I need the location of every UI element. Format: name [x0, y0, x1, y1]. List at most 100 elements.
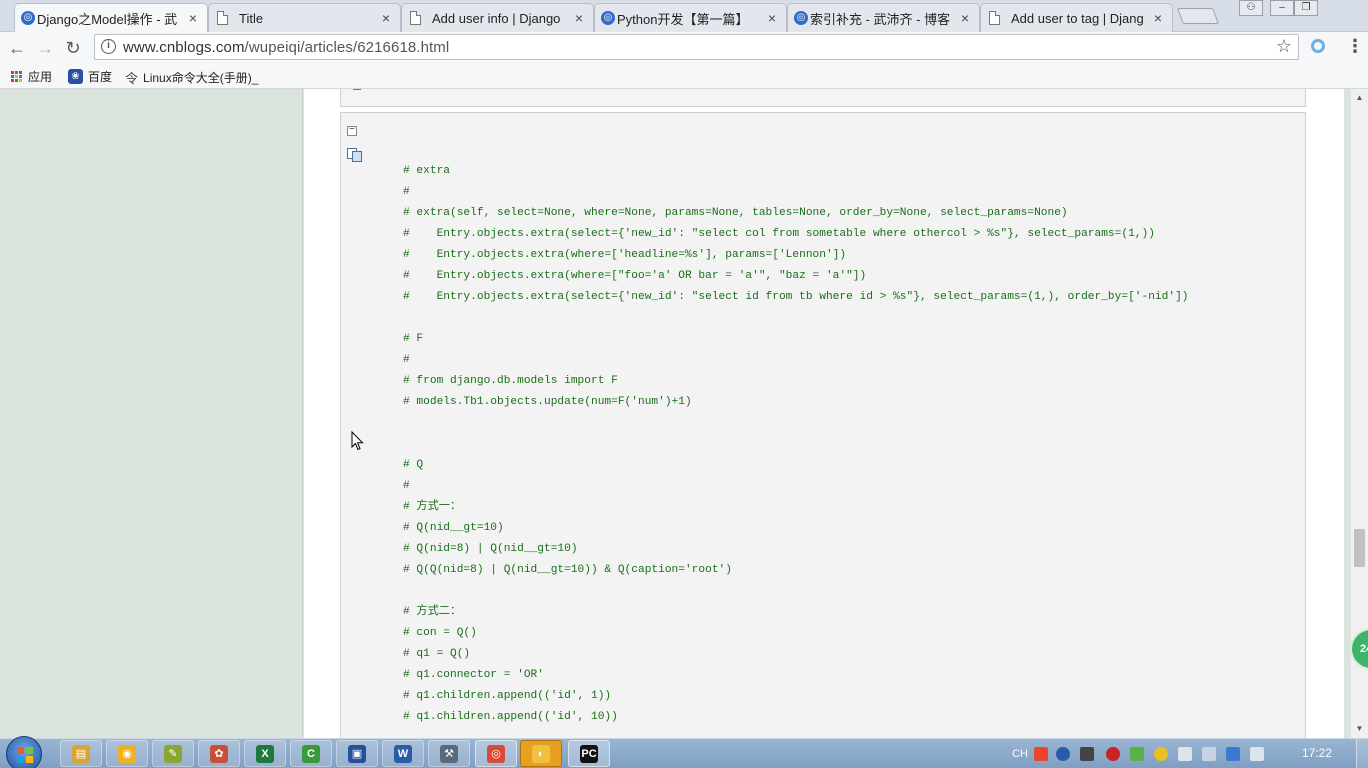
clock[interactable]: 17:22 — [1302, 746, 1332, 760]
taskbar-audio-button[interactable]: ◐ — [520, 740, 562, 767]
url-host: www.cnblogs.com — [123, 39, 245, 56]
address-bar[interactable]: i www.cnblogs.com/wupeiqi/articles/62166… — [94, 34, 1299, 60]
sogou-input-icon[interactable] — [1034, 747, 1048, 761]
taskbar-notepad-button[interactable]: ✎ — [152, 740, 194, 767]
restore-button[interactable]: ❐ — [1294, 0, 1318, 16]
bookmark-label: Linux命令大全(手册)_ — [143, 71, 259, 85]
help-icon[interactable] — [1056, 747, 1070, 761]
user-icon[interactable]: ⚇ — [1239, 0, 1263, 16]
taskbar-excel-button[interactable]: X — [244, 740, 286, 767]
audio-icon: ◐ — [532, 744, 550, 763]
scroll-down-icon[interactable]: ▼ — [1351, 722, 1368, 736]
code-line: # Entry.objects.extra(where=['headline=%… — [403, 249, 847, 261]
cnblogs-icon: ◎ — [601, 11, 615, 25]
tab-index-supplement[interactable]: ◎ 索引补充 - 武沛齐 - 博客 × — [787, 3, 980, 32]
taskbar-chrome-button[interactable]: ◎ — [475, 740, 517, 767]
tab-title-page[interactable]: Title × — [208, 3, 401, 32]
network-icon[interactable] — [1226, 747, 1240, 761]
code-line: # — [403, 354, 410, 366]
close-icon[interactable]: × — [959, 10, 971, 26]
taskbar-save-disk-button[interactable]: ▣ — [336, 740, 378, 767]
code-line: # q1.connector = 'OR' — [403, 669, 544, 681]
page-icon — [217, 11, 228, 25]
windows-taskbar: ▤ ◉ ✎ ✿ X C ▣ W ⚒ ◎ ◐ PC CH 17:22 — [0, 736, 1368, 768]
code-line: # Q — [403, 459, 424, 471]
code-line: # 方式一： — [403, 501, 462, 513]
notepad-icon: ✎ — [164, 744, 182, 763]
bookmark-baidu[interactable]: ❀ 百度 — [68, 68, 112, 85]
volume-icon[interactable] — [1250, 747, 1264, 761]
tab-title: Python开发【第一篇】 — [617, 11, 749, 27]
browser-menu-icon[interactable]: ⋮ — [1346, 36, 1364, 56]
start-button[interactable] — [6, 736, 42, 768]
paint-icon: ✿ — [210, 744, 228, 763]
page-icon — [989, 11, 1000, 25]
code-line: # models.Tb1.objects.update(num=F('num')… — [403, 396, 692, 408]
site-info-icon[interactable]: i — [101, 39, 116, 54]
forward-button[interactable]: → — [34, 37, 56, 59]
code-line: # — [403, 186, 410, 198]
network-settings-icon[interactable] — [1080, 747, 1094, 761]
bookmark-linux[interactable]: 令 Linux命令大全(手册)_ — [125, 68, 258, 87]
code-line: # q1 = Q() — [403, 648, 471, 660]
code-line: # extra(self, select=None, where=None, p… — [403, 207, 1068, 219]
display-icon[interactable] — [1178, 747, 1192, 761]
taskbar-file-explorer-button[interactable]: ▤ — [60, 740, 102, 767]
minimize-button[interactable]: – — [1270, 0, 1294, 16]
tab-django-model[interactable]: ◎ Django之Model操作 - 武 × — [14, 3, 208, 32]
code-line: # Q(Q(nid=8) | Q(nid__gt=10)) & Q(captio… — [403, 564, 732, 576]
scroll-up-icon[interactable]: ▲ — [1351, 91, 1368, 105]
bookmark-star-icon[interactable]: ☆ — [1276, 36, 1292, 57]
taskbar-qq-browser-button[interactable]: ◉ — [106, 740, 148, 767]
v-app-icon[interactable] — [1130, 747, 1144, 761]
file-explorer-icon: ▤ — [72, 744, 90, 763]
collapse-icon[interactable]: − — [347, 126, 357, 136]
copy-icon[interactable] — [353, 89, 361, 90]
scroll-thumb[interactable] — [1354, 529, 1365, 567]
code-line: # q1.children.append(('id', 10)) — [403, 711, 618, 723]
linux-icon: 令 — [125, 71, 139, 86]
code-line: # q1.children.append(('id', 1)) — [403, 690, 612, 702]
taskbar-paint-button[interactable]: ✿ — [198, 740, 240, 767]
left-sidebar — [0, 89, 303, 738]
code-line: # Q(nid__gt=10) — [403, 522, 504, 534]
close-icon[interactable]: × — [573, 10, 585, 26]
taskbar-word-button[interactable]: W — [382, 740, 424, 767]
back-button[interactable]: ← — [6, 37, 28, 59]
url-path: /wupeiqi/articles/6216618.html — [244, 39, 450, 56]
show-desktop-button[interactable] — [1356, 739, 1368, 768]
baidu-paw-icon: ❀ — [68, 69, 83, 84]
windows-logo-icon — [17, 747, 33, 763]
page-icon — [410, 11, 421, 25]
tab-add-user-info[interactable]: Add user info | Django × — [401, 3, 594, 32]
code-line: # Entry.objects.extra(where=["foo='a' OR… — [403, 270, 867, 282]
cnblogs-icon: ◎ — [21, 11, 35, 25]
tab-python-dev[interactable]: ◎ Python开发【第一篇】 × — [594, 3, 787, 32]
copy-code-icon[interactable] — [347, 148, 363, 162]
plus-app-icon[interactable] — [1154, 747, 1168, 761]
taskbar-pycharm-button[interactable]: PC — [568, 740, 610, 767]
close-icon[interactable]: × — [380, 10, 392, 26]
new-tab-button[interactable] — [1177, 8, 1219, 24]
bookmark-apps[interactable]: 应用 — [11, 68, 52, 85]
record-icon[interactable] — [1106, 747, 1120, 761]
excel-icon: X — [256, 744, 274, 763]
tab-add-user-to-tag[interactable]: Add user to tag | Djang × — [980, 3, 1173, 32]
monitor-icon[interactable] — [1202, 747, 1216, 761]
taskbar-tool-button[interactable]: ⚒ — [428, 740, 470, 767]
bookmark-label: 百度 — [88, 70, 113, 84]
reload-button[interactable]: ↻ — [62, 37, 84, 59]
page-viewport: − # extra # # extra(self, select=None, whe… — [0, 89, 1350, 738]
code-line: # F — [403, 333, 424, 345]
close-icon[interactable]: × — [187, 10, 199, 26]
input-language[interactable]: CH — [1012, 746, 1028, 762]
qq-browser-icon: ◉ — [118, 744, 136, 763]
extension-icon[interactable] — [1311, 39, 1325, 53]
close-icon[interactable]: × — [1152, 10, 1164, 26]
mouse-cursor-icon — [351, 431, 364, 451]
address-url[interactable]: www.cnblogs.com/wupeiqi/articles/6216618… — [123, 39, 449, 56]
save-disk-icon: ▣ — [348, 744, 366, 763]
taskbar-camtasia-button[interactable]: C — [290, 740, 332, 767]
close-icon[interactable]: × — [766, 10, 778, 26]
article-content: − # extra # # extra(self, select=None, whe… — [304, 89, 1344, 738]
